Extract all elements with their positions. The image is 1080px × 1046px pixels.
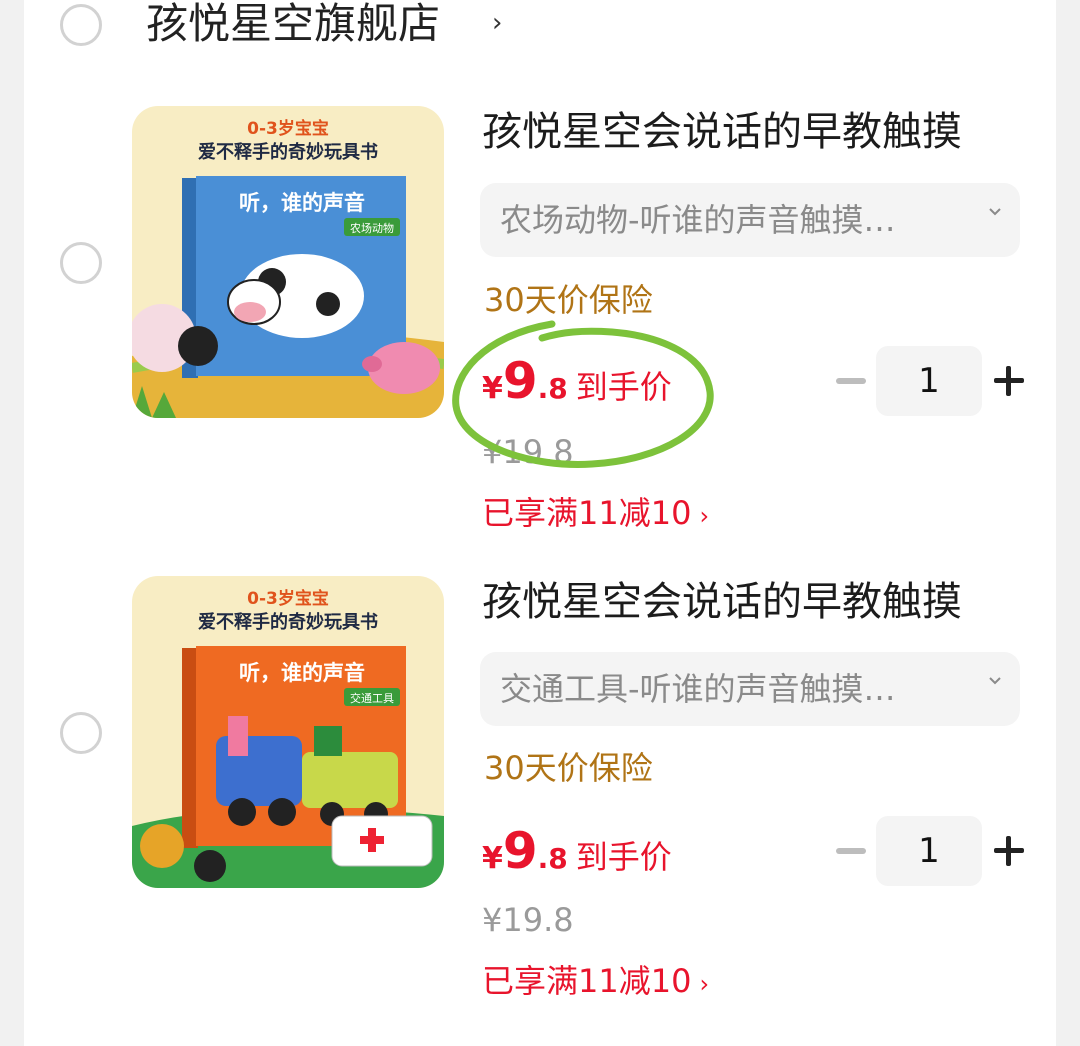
quantity-decrease-button[interactable] (836, 848, 866, 854)
cover-top-line: 0-3岁宝宝 (247, 588, 329, 609)
sku-text: 交通工具-听谁的声音触摸… (500, 670, 896, 708)
price-integer: 9 (502, 352, 538, 410)
product-image[interactable]: 0-3岁宝宝 爱不释手的奇妙玩具书 听，谁的声音 农场动物 (132, 106, 444, 418)
price-currency: ¥ (482, 841, 503, 876)
sku-selector[interactable]: 交通工具-听谁的声音触摸… (480, 652, 1020, 726)
promo-discount[interactable]: 已享满11减10 › (482, 490, 709, 536)
item-select-radio[interactable] (60, 242, 102, 284)
product-title[interactable]: 孩悦星空会说话的早教触摸 (482, 106, 962, 158)
price-integer: 9 (502, 822, 538, 880)
quantity-increase-button[interactable] (994, 836, 1024, 866)
chevron-down-icon (989, 208, 1001, 216)
cover-sub-line: 爱不释手的奇妙玩具书 (198, 141, 378, 163)
sku-selector[interactable]: 农场动物-听谁的声音触摸… (480, 183, 1020, 257)
promo-discount[interactable]: 已享满11减10 › (482, 958, 709, 1004)
chevron-down-icon (989, 677, 1001, 685)
final-price: ¥9.8 到手价 (482, 352, 672, 418)
promo-text: 已享满11减10 (482, 962, 692, 1000)
quantity-input[interactable]: 1 (876, 816, 982, 886)
shop-select-radio[interactable] (60, 4, 102, 46)
cover-top-line: 0-3岁宝宝 (247, 118, 329, 139)
price-decimal: .8 (537, 842, 568, 875)
promo-chevron-icon: › (699, 502, 710, 530)
cover-book-title: 听，谁的声音 (239, 191, 365, 215)
cover-book-title: 听，谁的声音 (239, 661, 365, 685)
price-decimal: .8 (537, 372, 568, 405)
price-insurance-label: 30天价保险 (484, 281, 653, 319)
quantity-increase-button[interactable] (994, 366, 1024, 396)
cover-sub-line: 爱不释手的奇妙玩具书 (198, 611, 378, 633)
quantity-input[interactable]: 1 (876, 346, 982, 416)
cover-book-tag: 交通工具 (350, 691, 394, 705)
sku-text: 农场动物-听谁的声音触摸… (500, 201, 896, 239)
product-image[interactable]: 0-3岁宝宝 爱不释手的奇妙玩具书 听，谁的声音 交通工具 (132, 576, 444, 888)
cover-book-tag: 农场动物 (350, 221, 394, 235)
quantity-decrease-button[interactable] (836, 378, 866, 384)
shop-name[interactable]: 孩悦星空旗舰店 (146, 0, 440, 50)
promo-chevron-icon: › (699, 970, 710, 998)
item-select-radio[interactable] (60, 712, 102, 754)
product-title[interactable]: 孩悦星空会说话的早教触摸 (482, 576, 962, 628)
price-currency: ¥ (482, 371, 503, 406)
promo-text: 已享满11减10 (482, 494, 692, 532)
price-insurance-label: 30天价保险 (484, 749, 653, 787)
price-label: 到手价 (575, 368, 672, 406)
cart-shop-card: 孩悦星空旗舰店 › 0-3岁宝宝 爱不释手的奇妙玩具书 听，谁的声音 农场动物 (24, 0, 1056, 1046)
original-price: ¥19.8 (482, 901, 574, 939)
final-price: ¥9.8 到手价 (482, 822, 672, 888)
price-label: 到手价 (575, 838, 672, 876)
shop-chevron-icon[interactable]: › (492, 8, 502, 38)
original-price: ¥19.8 (482, 433, 574, 471)
